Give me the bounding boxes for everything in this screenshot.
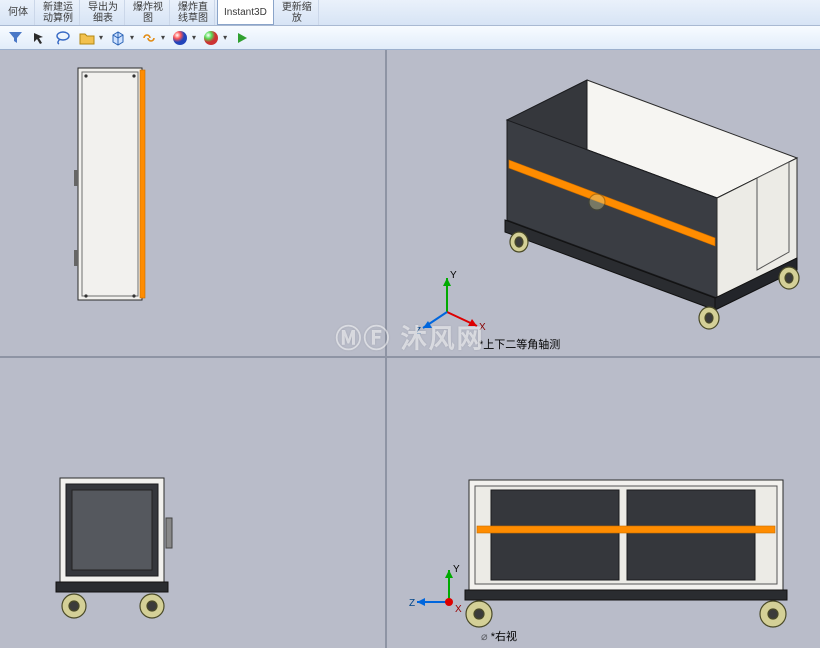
chevron-down-icon[interactable]: ▾ — [130, 33, 134, 42]
model-top-view — [0, 50, 385, 356]
svg-text:Z: Z — [417, 326, 421, 337]
svg-text:X: X — [455, 604, 462, 615]
ribbon-item-instant3d[interactable]: Instant3D — [217, 0, 274, 25]
filter-icon[interactable] — [6, 29, 24, 47]
viewport-right[interactable]: Y Z X ⌀ *右视 — [387, 358, 820, 648]
color-sphere-2-icon[interactable] — [202, 29, 220, 47]
viewport-top[interactable] — [0, 50, 385, 356]
play-icon[interactable] — [233, 29, 251, 47]
ribbon-item-export[interactable]: 导出为细表 — [82, 0, 125, 25]
box-icon[interactable] — [109, 29, 127, 47]
ribbon-item-body[interactable]: 何体 — [2, 0, 35, 25]
ribbon-item-expline[interactable]: 爆炸直线草图 — [172, 0, 215, 25]
viewport-left[interactable] — [0, 358, 385, 648]
svg-text:Y: Y — [450, 270, 457, 281]
ribbon-item-zoom[interactable]: 更新缩放 — [276, 0, 319, 25]
axis-triad-icon: Y Z X — [407, 556, 481, 630]
chevron-down-icon[interactable]: ▾ — [161, 33, 165, 42]
chevron-down-icon[interactable]: ▾ — [223, 33, 227, 42]
svg-text:Z: Z — [409, 598, 415, 609]
chevron-down-icon[interactable]: ▾ — [192, 33, 196, 42]
cursor-icon[interactable] — [30, 29, 48, 47]
viewport-isometric[interactable]: Y X Z *上下二等角轴测 — [387, 50, 820, 356]
chevron-down-icon[interactable]: ▾ — [99, 33, 103, 42]
svg-text:X: X — [479, 322, 486, 333]
ribbon-item-motion[interactable]: 新建运动算例 — [37, 0, 80, 25]
model-end-view — [0, 358, 385, 648]
view-label-iso: *上下二等角轴测 — [479, 336, 560, 352]
axis-triad-icon: Y X Z — [417, 262, 495, 340]
viewport-area: Y X Z *上下二等角轴测 — [0, 50, 820, 648]
ribbon-item-explode[interactable]: 爆炸视图 — [127, 0, 170, 25]
svg-text:Y: Y — [453, 564, 460, 575]
lasso-icon[interactable] — [54, 29, 72, 47]
folder-icon[interactable] — [78, 29, 96, 47]
color-sphere-1-icon[interactable] — [171, 29, 189, 47]
ribbon: 何体 新建运动算例 导出为细表 爆炸视图 爆炸直线草图 Instant3D 更新… — [0, 0, 820, 26]
link-icon[interactable] — [140, 29, 158, 47]
view-label-right: ⌀ *右视 — [481, 628, 517, 644]
quick-toolbar: ▾ ▾ ▾ ▾ ▾ — [0, 26, 820, 50]
